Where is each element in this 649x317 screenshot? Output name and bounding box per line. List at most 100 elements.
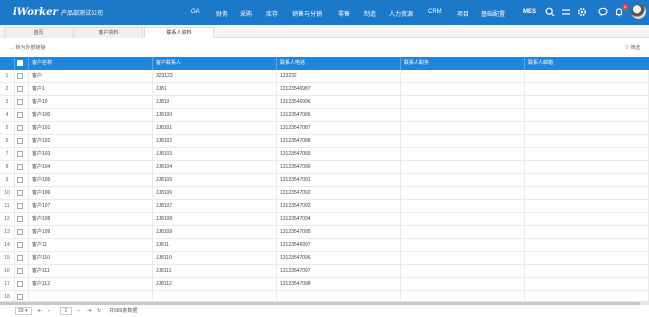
col-customer-name[interactable]: 客户名称 — [29, 57, 153, 70]
nav-item-4[interactable]: 销售与分销 — [292, 9, 322, 18]
table-row[interactable]: 4 客户100 JJ8100 13123547086 — [0, 109, 649, 122]
row-number: 6 — [0, 135, 15, 148]
app-logo[interactable]: iWorker — [13, 7, 61, 18]
cell-contact: JJ8109 — [153, 226, 277, 239]
nav-item-1[interactable]: 财务 — [216, 9, 228, 18]
table-row[interactable]: 16 客户111 JJ8111 13123547097 — [0, 265, 649, 278]
nav-item-0[interactable]: OA — [191, 9, 200, 15]
row-checkbox[interactable] — [15, 278, 29, 291]
cell-email — [525, 83, 649, 96]
gear-icon[interactable] — [576, 6, 588, 18]
cell-title — [401, 174, 525, 187]
row-checkbox[interactable] — [15, 239, 29, 252]
table-row[interactable]: 13 客户109 JJ8109 13123547095 — [0, 226, 649, 239]
nav-item-2[interactable]: 采购 — [240, 9, 252, 18]
cell-title — [401, 239, 525, 252]
bell-icon[interactable]: 1 — [613, 4, 628, 18]
table-row[interactable]: 10 客户106 JJ8106 13123547092 — [0, 187, 649, 200]
cell-title — [401, 200, 525, 213]
table-row[interactable]: 8 客户104 JJ8104 13123547090 — [0, 161, 649, 174]
cell-phone: 13123547087 — [277, 122, 401, 135]
prev-page-icon[interactable]: ‹ — [48, 307, 50, 315]
row-checkbox[interactable] — [15, 122, 29, 135]
horizontal-scrollbar[interactable] — [0, 301, 649, 305]
first-page-icon[interactable]: ⇤ — [38, 307, 42, 315]
select-all-checkbox[interactable] — [15, 57, 29, 70]
col-title[interactable]: 联系人职务 — [401, 57, 525, 70]
cell-email — [525, 226, 649, 239]
row-checkbox[interactable] — [15, 96, 29, 109]
tab-customer-info[interactable]: 客户资料 — [74, 27, 143, 38]
nav-item-7[interactable]: 人力资源 — [389, 9, 413, 18]
cell-phone: 13123547093 — [277, 200, 401, 213]
cell-title — [401, 213, 525, 226]
chat-icon[interactable] — [597, 6, 609, 18]
row-number: 4 — [0, 109, 15, 122]
cell-customer-name: 客户 — [29, 70, 153, 83]
nav-item-8[interactable]: CRM — [428, 9, 442, 15]
search-icon[interactable] — [544, 6, 556, 18]
table-row[interactable]: 14 客户11 JJ811 13123546997 — [0, 239, 649, 252]
row-checkbox[interactable] — [15, 83, 29, 96]
row-checkbox[interactable] — [15, 161, 29, 174]
page-size-value: 20 — [18, 308, 24, 314]
company-name[interactable]: 产品部测试公司 — [61, 8, 161, 17]
filter-label: 筛选 — [630, 45, 641, 51]
row-checkbox[interactable] — [15, 265, 29, 278]
col-email[interactable]: 联系人邮箱 — [525, 57, 649, 70]
cell-customer-name: 客户107 — [29, 200, 153, 213]
cell-customer-name: 客户112 — [29, 278, 153, 291]
row-checkbox[interactable] — [15, 148, 29, 161]
table-row[interactable]: 3 客户10 JJ810 13123546996 — [0, 96, 649, 109]
scrollbar-thumb[interactable] — [0, 302, 640, 305]
table-row[interactable]: 7 客户103 JJ8103 13123547089 — [0, 148, 649, 161]
col-contact[interactable]: 客户联系人 — [153, 57, 277, 70]
cell-title — [401, 83, 525, 96]
cell-contact: JJ8111 — [153, 265, 277, 278]
row-checkbox[interactable] — [15, 213, 29, 226]
nav-item-10[interactable]: 基础配置 — [481, 9, 505, 18]
cell-contact: JJ8100 — [153, 109, 277, 122]
row-checkbox[interactable] — [15, 135, 29, 148]
row-checkbox[interactable] — [15, 187, 29, 200]
page-size-select[interactable]: 20 ▾ — [15, 307, 32, 315]
nav-item-5[interactable]: 零售 — [338, 9, 350, 18]
table-row[interactable]: 15 客户110 JJ8110 13123547096 — [0, 252, 649, 265]
table-row[interactable]: 11 客户107 JJ8107 13123547093 — [0, 200, 649, 213]
table-row[interactable]: 6 客户102 JJ8102 13123547088 — [0, 135, 649, 148]
cell-phone: 13123546996 — [277, 96, 401, 109]
row-checkbox[interactable] — [15, 200, 29, 213]
menu-icon[interactable] — [560, 6, 572, 18]
table-row[interactable]: 9 客户105 JJ8105 13123547091 — [0, 174, 649, 187]
row-number: 13 — [0, 226, 15, 239]
nav-item-3[interactable]: 库存 — [266, 9, 278, 18]
export-link-button[interactable]: → 转为外部链接 — [9, 44, 45, 51]
table-row[interactable]: 5 客户101 JJ8101 13123547087 — [0, 122, 649, 135]
table-row[interactable]: 2 客户1 JJ81 13123546987 — [0, 83, 649, 96]
next-page-icon[interactable]: › — [78, 307, 80, 315]
row-number: 12 — [0, 213, 15, 226]
tab-contact-info[interactable]: 联系人资料 — [144, 27, 214, 38]
table-row[interactable]: 12 客户108 JJ8108 13123547094 — [0, 213, 649, 226]
tab-home[interactable]: 首页 — [4, 27, 73, 38]
cell-title — [401, 278, 525, 291]
table-row[interactable]: 1 客户 323123 123232 — [0, 70, 649, 83]
export-link-label: 转为外部链接 — [15, 45, 46, 51]
row-checkbox[interactable] — [15, 70, 29, 83]
avatar[interactable] — [631, 4, 646, 19]
row-checkbox[interactable] — [15, 226, 29, 239]
nav-item-9[interactable]: 项目 — [457, 9, 469, 18]
filter-button[interactable]: ▽ 筛选 — [625, 44, 640, 51]
col-phone[interactable]: 联系人电话 — [277, 57, 401, 70]
cell-customer-name: 客户10 — [29, 96, 153, 109]
refresh-icon[interactable]: ↻ — [97, 307, 101, 315]
row-checkbox[interactable] — [15, 109, 29, 122]
row-checkbox[interactable] — [15, 174, 29, 187]
nav-item-6[interactable]: 制造 — [364, 9, 376, 18]
nav-item-mes[interactable]: MES — [523, 9, 536, 15]
table-row[interactable]: 17 客户112 JJ8112 13123547098 — [0, 278, 649, 291]
row-checkbox[interactable] — [15, 252, 29, 265]
cell-email — [525, 161, 649, 174]
last-page-icon[interactable]: ⇥ — [87, 307, 91, 315]
page-input[interactable]: 1 — [60, 307, 72, 315]
